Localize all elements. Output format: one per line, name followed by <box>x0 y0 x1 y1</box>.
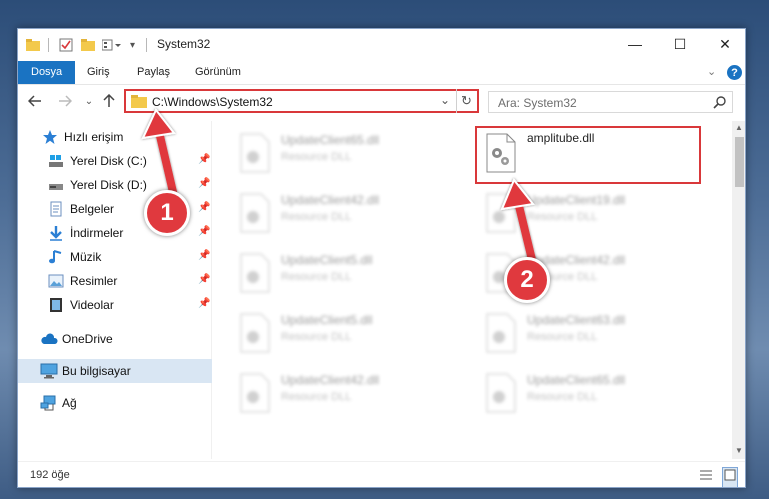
arrow-1-head <box>141 108 176 140</box>
step-1-badge: 1 <box>144 190 190 236</box>
step-2-badge: 2 <box>504 257 550 303</box>
arrow-2-head <box>500 178 535 211</box>
annotation-arrows <box>141 108 538 272</box>
